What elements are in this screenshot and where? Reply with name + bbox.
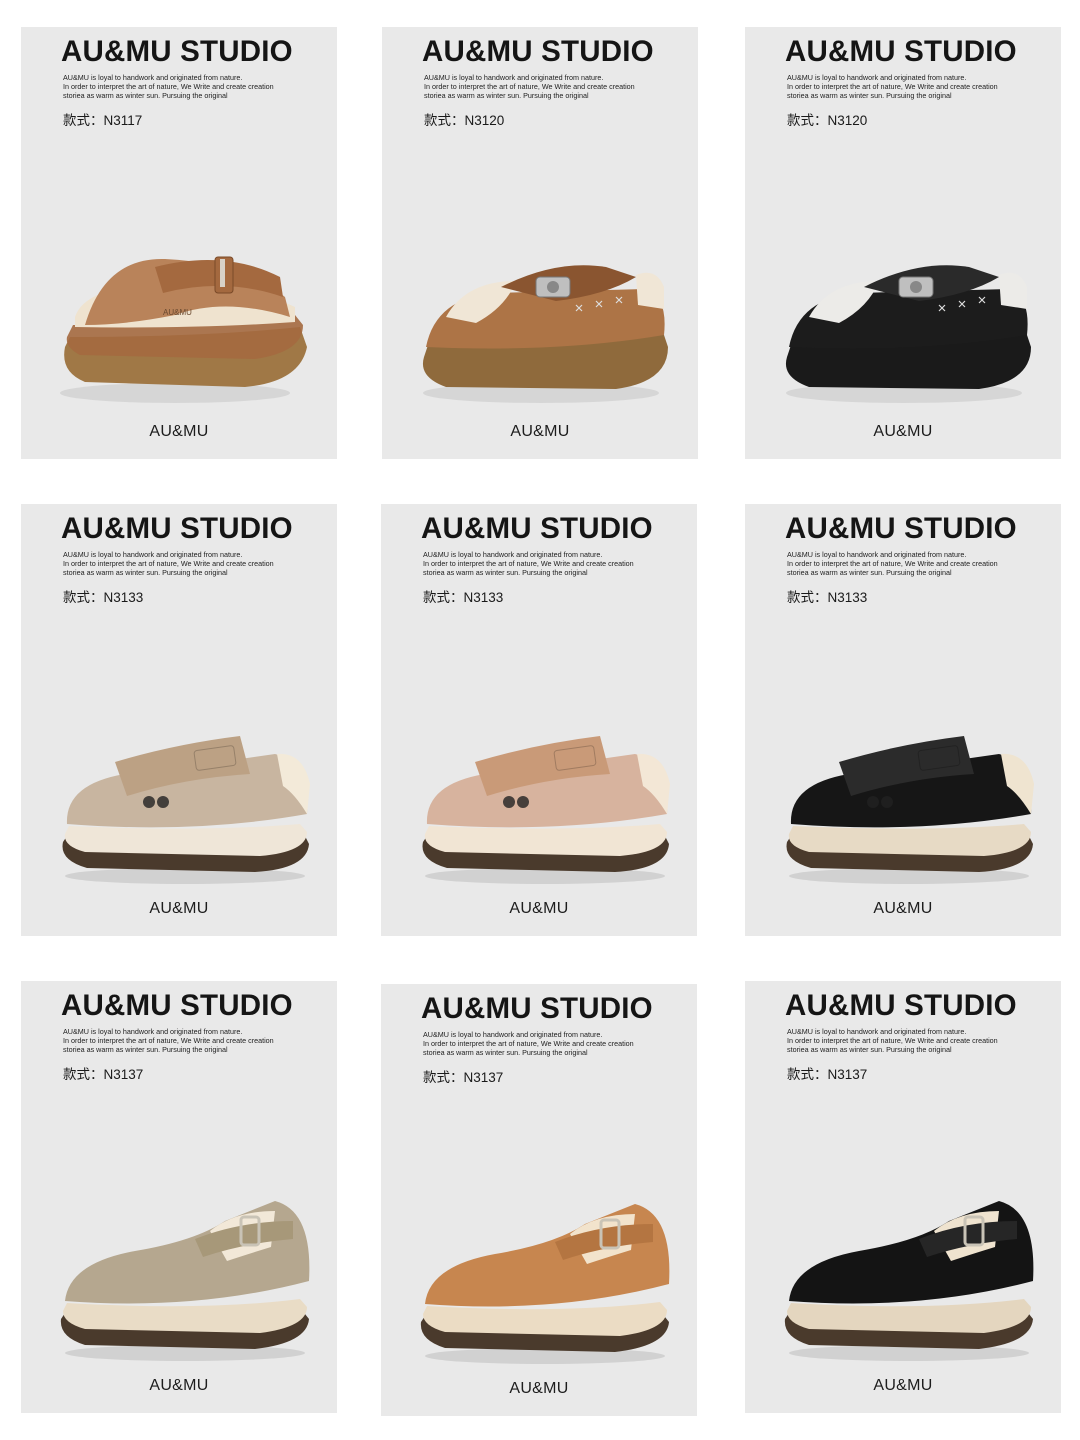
brand-title: AU&MU STUDIO (421, 992, 653, 1025)
product-card[interactable]: AU&MU STUDIO AU&MU is loyal to handwork … (382, 27, 698, 459)
brand-logo: AU&MU (149, 1377, 209, 1394)
shoe-image (422, 265, 668, 403)
svg-text:AU&MU: AU&MU (163, 308, 192, 317)
description-line: AU&MU is loyal to handwork and originate… (424, 73, 604, 82)
description-line: In order to interpret the art of nature,… (63, 1036, 274, 1045)
style-code: 款式：N3137 (423, 1070, 504, 1085)
description-line: storiea as warm as winter sun. Pursuing … (423, 1048, 588, 1057)
brand-logo: AU&MU (873, 1377, 933, 1394)
product-card[interactable]: AU&MU STUDIO AU&MU is loyal to handwork … (745, 981, 1061, 1413)
shoe-image (784, 1201, 1034, 1361)
style-code: 款式：N3133 (423, 590, 504, 605)
brand-description: AU&MU is loyal to handwork and originate… (63, 73, 303, 100)
shoe-image (420, 1204, 670, 1364)
brand-logo: AU&MU (510, 423, 570, 440)
brand-description: AU&MU is loyal to handwork and originate… (787, 1027, 1027, 1054)
description-line: AU&MU is loyal to handwork and originate… (63, 550, 243, 559)
brand-title: AU&MU STUDIO (61, 35, 293, 68)
description-line: storiea as warm as winter sun. Pursuing … (63, 91, 228, 100)
description-line: AU&MU is loyal to handwork and originate… (63, 1027, 243, 1036)
description-line: In order to interpret the art of nature,… (63, 559, 274, 568)
style-code: 款式：N3137 (787, 1067, 868, 1082)
description-line: In order to interpret the art of nature,… (424, 82, 635, 91)
brand-logo: AU&MU (509, 900, 569, 917)
brand-title: AU&MU STUDIO (785, 989, 1017, 1022)
shoe-image: AU&MU (60, 256, 308, 403)
shoe-image (62, 736, 310, 884)
brand-description: AU&MU is loyal to handwork and originate… (63, 550, 303, 577)
description-line: AU&MU is loyal to handwork and originate… (787, 73, 967, 82)
style-code: 款式：N3120 (424, 113, 505, 128)
shoe-image (786, 736, 1034, 884)
description-line: storiea as warm as winter sun. Pursuing … (423, 568, 588, 577)
style-code: 款式：N3137 (63, 1067, 144, 1082)
brand-description: AU&MU is loyal to handwork and originate… (63, 1027, 303, 1054)
description-line: AU&MU is loyal to handwork and originate… (423, 1030, 603, 1039)
brand-title: AU&MU STUDIO (785, 512, 1017, 545)
description-line: AU&MU is loyal to handwork and originate… (63, 73, 243, 82)
description-line: storiea as warm as winter sun. Pursuing … (63, 568, 228, 577)
brand-logo: AU&MU (509, 1380, 569, 1397)
description-line: AU&MU is loyal to handwork and originate… (787, 550, 967, 559)
style-code: 款式：N3133 (63, 590, 144, 605)
description-line: AU&MU is loyal to handwork and originate… (787, 1027, 967, 1036)
brand-description: AU&MU is loyal to handwork and originate… (787, 550, 1027, 577)
style-code: 款式：N3120 (787, 113, 868, 128)
brand-description: AU&MU is loyal to handwork and originate… (423, 550, 663, 577)
brand-logo: AU&MU (873, 423, 933, 440)
description-line: storiea as warm as winter sun. Pursuing … (787, 1045, 952, 1054)
brand-title: AU&MU STUDIO (61, 989, 293, 1022)
brand-logo: AU&MU (149, 900, 209, 917)
style-code: 款式：N3133 (787, 590, 868, 605)
brand-description: AU&MU is loyal to handwork and originate… (423, 1030, 663, 1057)
description-line: In order to interpret the art of nature,… (423, 1039, 634, 1048)
product-card[interactable]: AU&MU STUDIO AU&MU is loyal to handwork … (745, 27, 1061, 459)
description-line: In order to interpret the art of nature,… (63, 82, 274, 91)
brand-title: AU&MU STUDIO (61, 512, 293, 545)
shoe-image (60, 1201, 310, 1361)
description-line: AU&MU is loyal to handwork and originate… (423, 550, 603, 559)
brand-logo: AU&MU (873, 900, 933, 917)
brand-description: AU&MU is loyal to handwork and originate… (787, 73, 1027, 100)
brand-title: AU&MU STUDIO (785, 35, 1017, 68)
shoe-image (785, 265, 1031, 403)
product-card[interactable]: AU&MU STUDIO AU&MU is loyal to handwork … (21, 27, 337, 459)
product-card[interactable]: AU&MU STUDIO AU&MU is loyal to handwork … (381, 504, 697, 936)
brand-logo: AU&MU (149, 423, 209, 440)
brand-title: AU&MU STUDIO (421, 512, 653, 545)
brand-title: AU&MU STUDIO (422, 35, 654, 68)
description-line: In order to interpret the art of nature,… (787, 1036, 998, 1045)
description-line: In order to interpret the art of nature,… (787, 82, 998, 91)
product-card[interactable]: AU&MU STUDIO AU&MU is loyal to handwork … (381, 984, 697, 1416)
product-card[interactable]: AU&MU STUDIO AU&MU is loyal to handwork … (745, 504, 1061, 936)
description-line: storiea as warm as winter sun. Pursuing … (424, 91, 589, 100)
shoe-image (422, 736, 670, 884)
description-line: storiea as warm as winter sun. Pursuing … (63, 1045, 228, 1054)
brand-description: AU&MU is loyal to handwork and originate… (424, 73, 664, 100)
description-line: storiea as warm as winter sun. Pursuing … (787, 91, 952, 100)
description-line: In order to interpret the art of nature,… (423, 559, 634, 568)
style-code: 款式：N3117 (63, 113, 143, 128)
description-line: In order to interpret the art of nature,… (787, 559, 998, 568)
description-line: storiea as warm as winter sun. Pursuing … (787, 568, 952, 577)
product-card[interactable]: AU&MU STUDIO AU&MU is loyal to handwork … (21, 981, 337, 1413)
product-card[interactable]: AU&MU STUDIO AU&MU is loyal to handwork … (21, 504, 337, 936)
